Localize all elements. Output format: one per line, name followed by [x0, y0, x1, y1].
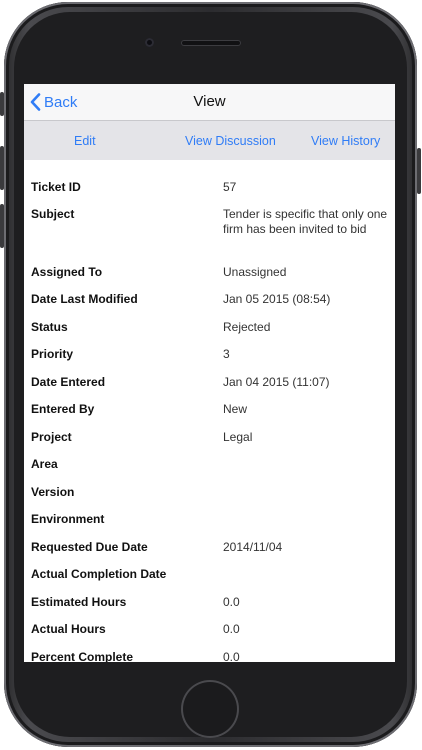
field-value: 3: [223, 347, 230, 361]
field-label: Requested Due Date: [31, 540, 148, 554]
field-label: Date Entered: [31, 375, 106, 389]
field-label: Assigned To: [31, 265, 103, 279]
field-value: Unassigned: [223, 265, 287, 279]
earpiece-speaker: [181, 40, 241, 46]
device-frame-stage: Back View Edit View Discussion View Hist…: [0, 0, 422, 750]
field-value: 0.0: [223, 622, 240, 636]
field-label: Date Last Modified: [31, 292, 138, 306]
field-label: Ticket ID: [31, 180, 81, 194]
field-label: Percent Complete: [31, 650, 134, 662]
field-label: Priority: [31, 347, 74, 361]
navigation-bar: Back View: [24, 84, 395, 121]
field-value: 0.0: [223, 650, 240, 662]
field-label: Actual Completion Date: [31, 567, 167, 581]
field-value: Jan 04 2015 (11:07): [223, 375, 330, 389]
field-label: Entered By: [31, 402, 95, 416]
field-value: 57: [223, 180, 237, 194]
field-value: Legal: [223, 430, 253, 444]
view-discussion-button[interactable]: View Discussion: [185, 134, 276, 148]
field-value: Rejected: [223, 320, 271, 334]
field-label: Subject: [31, 207, 75, 221]
front-camera: [145, 38, 154, 47]
home-button[interactable]: [181, 680, 239, 738]
field-label: Environment: [31, 512, 105, 526]
field-label: Project: [31, 430, 72, 444]
field-label: Version: [31, 485, 75, 499]
field-label: Actual Hours: [31, 622, 106, 636]
field-value: 0.0: [223, 595, 240, 609]
field-label: Status: [31, 320, 68, 334]
field-value: 2014/11/04: [223, 540, 283, 554]
screen: Back View Edit View Discussion View Hist…: [24, 84, 395, 662]
field-value: Tender is specific that only one firm ha…: [223, 207, 388, 236]
field-value: Jan 05 2015 (08:54): [223, 292, 331, 306]
field-value: New: [223, 402, 248, 416]
edit-button[interactable]: Edit: [74, 134, 96, 148]
view-history-button[interactable]: View History: [311, 134, 380, 148]
ticket-detail-list[interactable]: Ticket ID 57 Subject Tender is specific …: [24, 160, 395, 662]
page-title: View: [193, 93, 226, 110]
action-toolbar: Edit View Discussion View History: [24, 121, 395, 160]
power-button: [417, 148, 421, 194]
field-label: Area: [31, 457, 58, 471]
field-label: Estimated Hours: [31, 595, 127, 609]
